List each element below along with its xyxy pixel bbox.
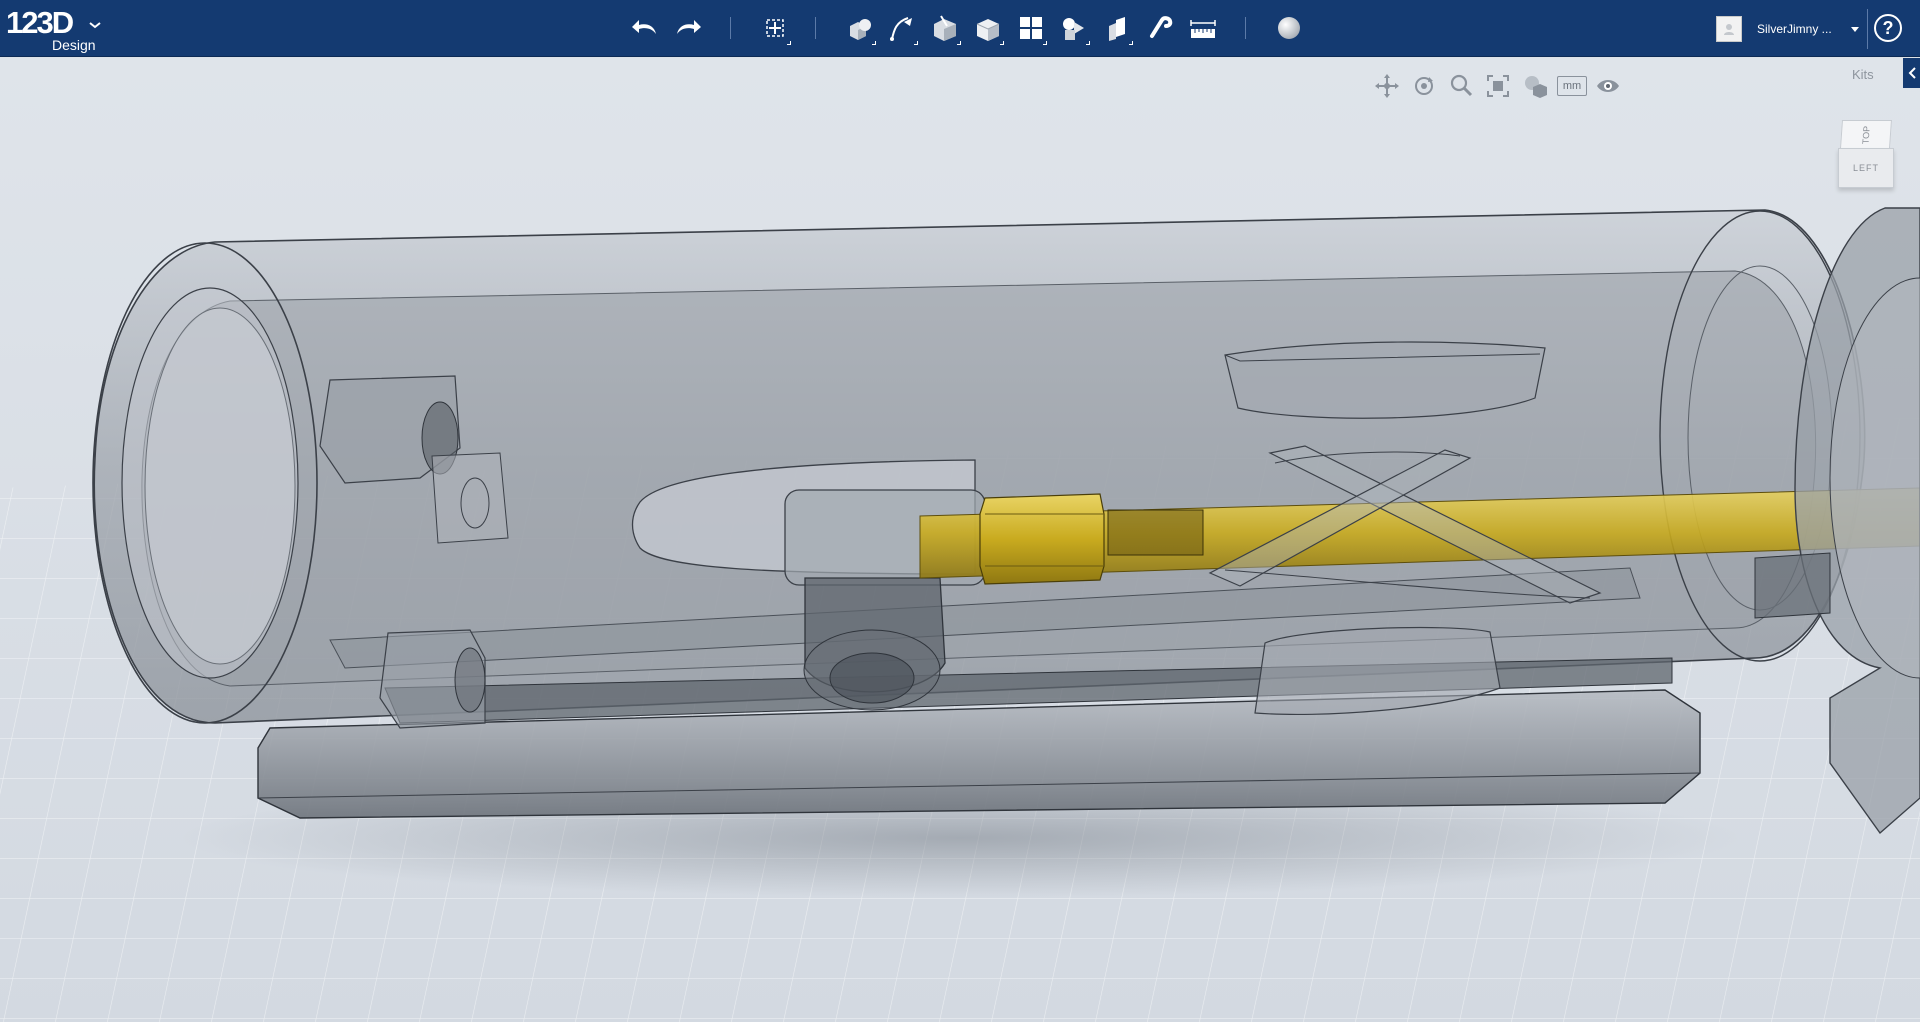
grouping-button[interactable] <box>1056 10 1092 46</box>
3d-viewport[interactable]: mm Kits TOP LEFT <box>0 58 1920 1022</box>
material-view-icon <box>1525 76 1547 98</box>
kits-panel-toggle[interactable] <box>1903 58 1920 88</box>
toolbar-divider <box>730 17 731 39</box>
transform-button[interactable] <box>757 10 793 46</box>
primitives-icon <box>850 19 871 40</box>
material-view-button[interactable] <box>1520 71 1550 101</box>
redo-icon <box>677 20 701 34</box>
sketch-icon <box>890 17 912 41</box>
undo-icon <box>632 20 656 34</box>
model-scene[interactable] <box>0 58 1920 1022</box>
top-toolbar: 123D Design SilverJimny ... ? <box>0 0 1920 57</box>
user-menu[interactable]: SilverJimny ... <box>1716 9 1868 49</box>
visibility-button[interactable] <box>1593 71 1623 101</box>
viewcube[interactable]: TOP LEFT <box>1838 120 1894 192</box>
logo-text: 123D <box>6 5 74 40</box>
zoom-button[interactable] <box>1446 71 1476 101</box>
grouping-icon <box>1063 18 1084 40</box>
orbit-icon <box>1415 77 1433 95</box>
transform-icon <box>766 19 784 37</box>
modify-button[interactable] <box>970 10 1006 46</box>
snap-button[interactable] <box>1142 10 1178 46</box>
chevron-left-icon <box>1908 67 1916 79</box>
orbit-button[interactable] <box>1409 71 1439 101</box>
pan-button[interactable] <box>1372 71 1402 101</box>
material-icon <box>1278 17 1300 39</box>
sketch-button[interactable] <box>884 10 920 46</box>
primitives-button[interactable] <box>842 10 878 46</box>
viewcube-left-label: LEFT <box>1852 163 1879 173</box>
help-button[interactable]: ? <box>1874 14 1902 42</box>
combine-icon <box>1109 17 1125 41</box>
viewcube-left-face[interactable]: LEFT <box>1838 148 1894 188</box>
avatar[interactable] <box>1716 16 1742 42</box>
construct-icon <box>934 15 956 41</box>
undo-button[interactable] <box>627 10 663 46</box>
snap-icon <box>1150 16 1173 38</box>
zoom-icon <box>1450 74 1473 97</box>
redo-button[interactable] <box>670 10 706 46</box>
modify-icon <box>976 19 1000 41</box>
pattern-button[interactable] <box>1013 10 1049 46</box>
toolbar-divider <box>1867 9 1868 49</box>
logo-subtext: Design <box>52 37 96 53</box>
caret-down-icon[interactable] <box>1851 26 1859 32</box>
navigation-bar: mm <box>1372 71 1630 101</box>
fit-button[interactable] <box>1483 71 1513 101</box>
toolbar-divider <box>1245 17 1246 39</box>
construct-button[interactable] <box>927 10 963 46</box>
measure-icon <box>1190 20 1216 38</box>
kits-label[interactable]: Kits <box>1852 67 1874 82</box>
visibility-icon <box>1597 80 1619 92</box>
measure-button[interactable] <box>1185 10 1221 46</box>
chevron-down-icon[interactable] <box>88 20 102 30</box>
viewcube-top-face[interactable]: TOP <box>1840 120 1892 148</box>
user-name[interactable]: SilverJimny ... <box>1757 22 1849 36</box>
units-button[interactable]: mm <box>1557 76 1587 96</box>
fit-icon <box>1487 75 1509 97</box>
combine-button[interactable] <box>1099 10 1135 46</box>
material-button[interactable] <box>1271 10 1307 46</box>
app-logo[interactable]: 123D Design <box>6 6 106 52</box>
pattern-icon <box>1020 17 1042 39</box>
toolbar-divider <box>815 17 816 39</box>
viewcube-top-label: TOP <box>1860 125 1872 144</box>
pan-icon <box>1375 74 1399 98</box>
user-icon <box>1724 24 1734 35</box>
